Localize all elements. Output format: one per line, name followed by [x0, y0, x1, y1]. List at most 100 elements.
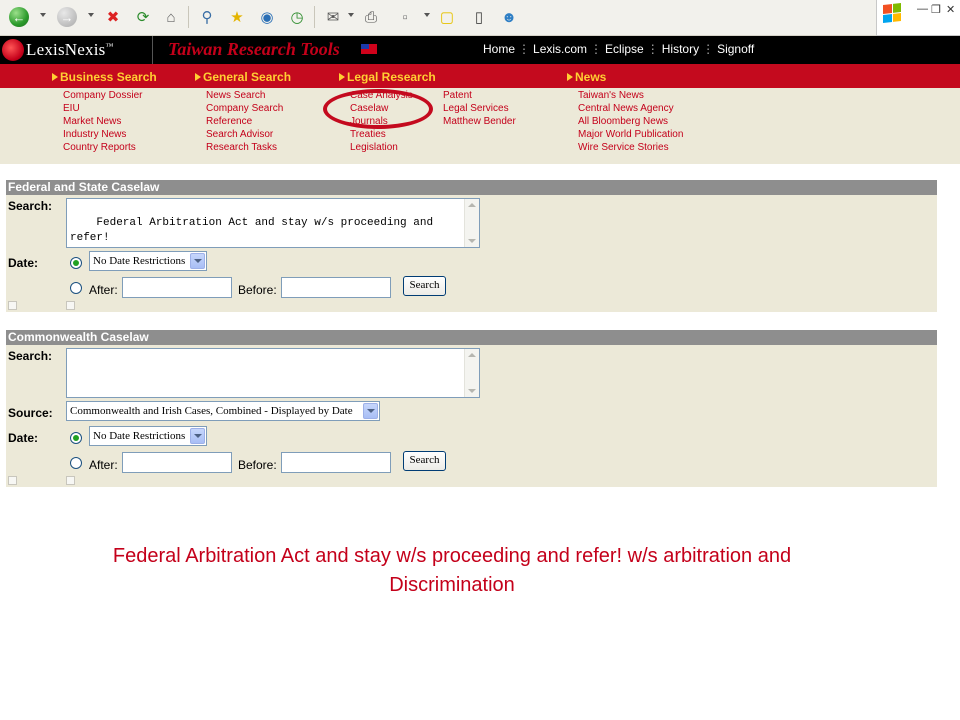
link-country-reports[interactable]: Country Reports	[63, 141, 142, 154]
stop-icon[interactable]: ✖	[102, 6, 124, 28]
lexisnexis-logo-icon	[2, 39, 24, 61]
checkbox[interactable]	[66, 301, 75, 310]
link-news-search[interactable]: News Search	[206, 89, 283, 102]
back-icon[interactable]: ←	[8, 6, 30, 28]
search-text: Federal Arbitration Act and stay w/s pro…	[70, 217, 434, 244]
link-company-search[interactable]: Company Search	[206, 102, 283, 115]
search-button[interactable]: Search	[403, 451, 446, 471]
source-select-value: Commonwealth and Irish Cases, Combined -…	[70, 405, 353, 417]
link-reference[interactable]: Reference	[206, 115, 283, 128]
nav-eclipse[interactable]: Eclipse	[605, 42, 644, 56]
restore-icon[interactable]: ❐	[931, 3, 941, 16]
close-icon[interactable]: ✕	[946, 3, 955, 16]
triangle-icon	[52, 73, 58, 81]
search-textarea[interactable]	[66, 348, 480, 398]
link-search-advisor[interactable]: Search Advisor	[206, 128, 283, 141]
link-matthew-bender[interactable]: Matthew Bender	[443, 115, 516, 128]
logo-text: LexisNexis™	[26, 40, 114, 59]
favorites-icon[interactable]: ★	[226, 6, 248, 28]
checkbox[interactable]	[8, 301, 17, 310]
link-major-world-publication[interactable]: Major World Publication	[578, 128, 683, 141]
textarea-scrollbar[interactable]	[464, 349, 479, 397]
search-label: Search:	[8, 349, 53, 363]
chevron-down-icon[interactable]	[190, 428, 205, 444]
before-label: Before:	[238, 283, 277, 297]
highlight-oval	[323, 89, 433, 129]
nav-home[interactable]: Home	[483, 42, 515, 56]
chevron-down-icon[interactable]	[363, 403, 378, 419]
mail-icon[interactable]: ✉	[322, 6, 344, 28]
date-select[interactable]: No Date Restrictions	[89, 251, 207, 271]
minimize-icon[interactable]: —	[917, 3, 928, 15]
source-select[interactable]: Commonwealth and Irish Cases, Combined -…	[66, 401, 380, 421]
messenger-icon[interactable]: ☻	[498, 6, 520, 28]
category-business-search[interactable]: Business Search	[52, 70, 157, 84]
triangle-icon	[195, 73, 201, 81]
after-date-input[interactable]	[122, 452, 232, 473]
print-icon[interactable]: ⎙	[360, 6, 382, 28]
brand-divider	[152, 36, 153, 64]
date-radio-range[interactable]	[70, 282, 82, 294]
link-eiu[interactable]: EIU	[63, 102, 142, 115]
link-market-news[interactable]: Market News	[63, 115, 142, 128]
media-icon[interactable]: ◉	[256, 6, 278, 28]
category-legal-research[interactable]: Legal Research	[339, 70, 436, 84]
caption-text: Federal Arbitration Act and stay w/s pro…	[112, 545, 792, 596]
link-patent[interactable]: Patent	[443, 89, 516, 102]
date-label: Date:	[8, 431, 39, 445]
before-label: Before:	[238, 458, 277, 472]
browser-toolbar: ← → ✖ ⟳ ⌂ ⚲ ★ ◉ ◷ ✉ ⎙ ▫ ▢ ▯ ☻	[0, 0, 876, 36]
date-radio-range[interactable]	[70, 457, 82, 469]
search-icon[interactable]: ⚲	[196, 6, 218, 28]
edit-dropdown-icon[interactable]	[424, 13, 430, 17]
legal-links-2: Patent Legal Services Matthew Bender	[443, 89, 516, 128]
link-all-bloomberg-news[interactable]: All Bloomberg News	[578, 115, 683, 128]
before-date-input[interactable]	[281, 277, 391, 298]
home-icon[interactable]: ⌂	[160, 6, 182, 28]
after-date-input[interactable]	[122, 277, 232, 298]
link-industry-news[interactable]: Industry News	[63, 128, 142, 141]
mail-dropdown-icon[interactable]	[348, 13, 354, 17]
date-radio-no-restriction[interactable]	[70, 432, 82, 444]
discuss-icon[interactable]: ▢	[436, 6, 458, 28]
date-radio-no-restriction[interactable]	[70, 257, 82, 269]
category-general-search[interactable]: General Search	[195, 70, 291, 84]
edit-icon[interactable]: ▫	[394, 6, 416, 28]
search-label: Search:	[8, 199, 53, 213]
research-icon[interactable]: ▯	[468, 6, 490, 28]
brand-bar	[0, 36, 960, 64]
checkbox[interactable]	[8, 476, 17, 485]
category-news[interactable]: News	[567, 70, 606, 84]
before-date-input[interactable]	[281, 452, 391, 473]
refresh-icon[interactable]: ⟳	[132, 6, 154, 28]
back-dropdown-icon[interactable]	[40, 13, 46, 17]
after-label: After:	[89, 458, 118, 472]
forward-dropdown-icon[interactable]	[88, 13, 94, 17]
link-legal-services[interactable]: Legal Services	[443, 102, 516, 115]
toolbar-separator	[314, 6, 315, 28]
link-treaties[interactable]: Treaties	[350, 128, 413, 141]
taiwan-flag-icon	[361, 44, 377, 54]
nav-lexis[interactable]: Lexis.com	[533, 42, 587, 56]
chevron-down-icon[interactable]	[190, 253, 205, 269]
link-wire-service-stories[interactable]: Wire Service Stories	[578, 141, 683, 154]
toolbar-separator	[188, 6, 189, 28]
link-research-tasks[interactable]: Research Tasks	[206, 141, 283, 154]
checkbox[interactable]	[66, 476, 75, 485]
history-icon[interactable]: ◷	[286, 6, 308, 28]
link-central-news-agency[interactable]: Central News Agency	[578, 102, 683, 115]
federal-state-caselaw-panel: Federal and State Caselaw Search: Federa…	[6, 180, 937, 312]
nav-signoff[interactable]: Signoff	[717, 42, 754, 56]
link-legislation[interactable]: Legislation	[350, 141, 413, 154]
date-select-value: No Date Restrictions	[93, 255, 186, 267]
search-textarea[interactable]: Federal Arbitration Act and stay w/s pro…	[66, 198, 480, 248]
page-title: Taiwan Research Tools	[168, 39, 340, 59]
link-company-dossier[interactable]: Company Dossier	[63, 89, 142, 102]
textarea-scrollbar[interactable]	[464, 199, 479, 247]
window-controls: — ❐ ✕	[876, 0, 960, 36]
forward-icon[interactable]: →	[56, 6, 78, 28]
search-button[interactable]: Search	[403, 276, 446, 296]
nav-history[interactable]: History	[662, 42, 699, 56]
date-select[interactable]: No Date Restrictions	[89, 426, 207, 446]
link-taiwans-news[interactable]: Taiwan's News	[578, 89, 683, 102]
